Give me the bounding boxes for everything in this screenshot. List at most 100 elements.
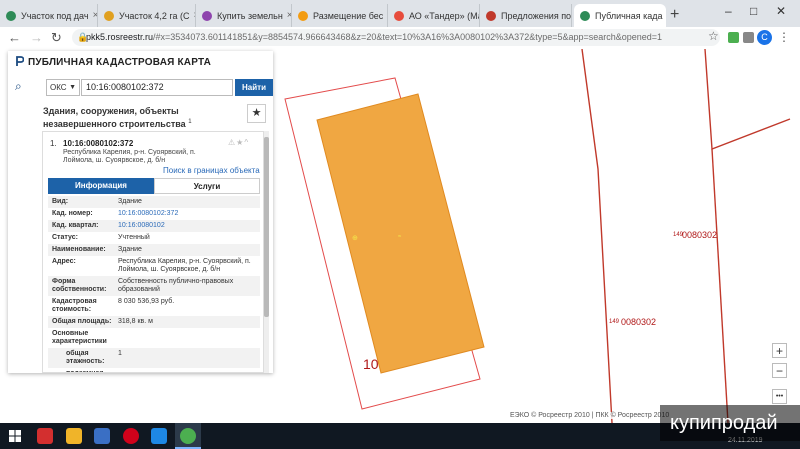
lock-icon: 🔒 bbox=[77, 32, 89, 42]
attr-key: Кадастровая стоимость: bbox=[52, 298, 97, 313]
result-category-title: Здания, сооружения, объекты незавершенно… bbox=[43, 106, 233, 130]
close-icon[interactable]: × bbox=[89, 10, 97, 21]
more-tools-button[interactable]: ••• bbox=[772, 389, 787, 404]
browser-tab-3[interactable]: Купить земельн × bbox=[196, 4, 292, 27]
browser-menu-icon[interactable]: ⋮ bbox=[778, 30, 790, 44]
attr-key: Основные характеристики bbox=[52, 330, 107, 345]
store-icon[interactable] bbox=[94, 428, 110, 444]
address-bar[interactable]: 🔒 pkk5.rosreestr.ru/#x=3534073.601141851… bbox=[72, 29, 720, 46]
search-icon[interactable]: ⌕ bbox=[15, 79, 22, 94]
object-type-value: ОКС bbox=[50, 83, 67, 92]
new-tab-icon[interactable]: + bbox=[670, 6, 679, 24]
close-window-icon[interactable]: ✕ bbox=[776, 4, 786, 18]
quarter-prefix-label: 149 bbox=[609, 319, 620, 325]
browser-tab-4[interactable]: Размещение бес × bbox=[292, 4, 388, 27]
extension-icon[interactable] bbox=[728, 32, 739, 43]
table-row: Статус: Учтенный bbox=[48, 232, 260, 244]
forward-icon[interactable]: → bbox=[30, 30, 43, 45]
building-marker: ⊕ bbox=[352, 235, 358, 242]
find-button[interactable]: Найти bbox=[235, 79, 273, 96]
search-input[interactable]: 10:16:0080102:372 bbox=[81, 79, 233, 96]
tab-title: Предложения по bbox=[501, 10, 572, 21]
category-label: Здания, сооружения, объекты незавершенно… bbox=[43, 106, 186, 129]
table-row: Форма собственности: Собственность публи… bbox=[48, 276, 260, 296]
chevron-down-icon: ▼ bbox=[69, 84, 76, 91]
browser-tab-1[interactable]: Участок под дач × bbox=[0, 4, 98, 27]
browser-tab-2[interactable]: Участок 4,2 га (С × bbox=[98, 4, 196, 27]
attr-value: Учтенный bbox=[118, 234, 150, 241]
tab-favicon-icon bbox=[6, 10, 16, 21]
attr-value: - bbox=[118, 370, 260, 372]
attr-value: Здание bbox=[118, 246, 142, 253]
browser-toolbar: ← → ↻ 🔒 pkk5.rosreestr.ru/#x=3534073.601… bbox=[0, 27, 800, 50]
favorite-star-button[interactable]: ★ bbox=[247, 104, 266, 123]
plot-number-label: 10 bbox=[363, 356, 379, 372]
attr-key: Кад. номер: bbox=[52, 210, 93, 217]
rosreestr-logo-icon bbox=[16, 56, 24, 66]
browser-tab-7-active[interactable]: Публичная када × bbox=[574, 4, 666, 27]
url-path: /#x=3534073.601141851&y=8854574.96664346… bbox=[153, 32, 663, 42]
table-row: подземная этажность: - bbox=[48, 368, 260, 372]
yandex-icon[interactable] bbox=[37, 428, 53, 444]
extension-icon[interactable] bbox=[743, 32, 754, 43]
tab-favicon-icon bbox=[104, 10, 114, 21]
attr-key: общая этажность: bbox=[66, 350, 105, 365]
attr-value: 1 bbox=[118, 350, 122, 357]
attr-value: 318,8 кв. м bbox=[118, 318, 153, 325]
tab-favicon-icon bbox=[394, 10, 404, 21]
table-row: Наименование: Здание bbox=[48, 244, 260, 256]
result-cad-number[interactable]: 10:16:0080102:372 bbox=[63, 139, 133, 148]
parcel-boundary bbox=[581, 49, 613, 423]
close-icon[interactable]: × bbox=[283, 10, 291, 21]
bookmark-star-icon[interactable]: ☆ bbox=[708, 29, 719, 43]
object-type-select[interactable]: ОКС ▼ bbox=[46, 79, 80, 96]
tab-title: Купить земельн bbox=[217, 10, 283, 21]
attribute-table: Вид: Здание Кад. номер: 10:16:0080102:37… bbox=[48, 196, 260, 372]
tab-information[interactable]: Информация bbox=[48, 178, 154, 194]
quarter-label: 0080302 bbox=[621, 317, 657, 327]
attr-value-link[interactable]: 10:16:0080102:372 bbox=[118, 210, 260, 218]
attr-key: Вид: bbox=[52, 198, 69, 205]
zoom-in-button[interactable]: + bbox=[772, 343, 787, 358]
tab-title: Участок под дач bbox=[21, 10, 89, 21]
table-row: Основные характеристики bbox=[48, 328, 260, 348]
windows-start-icon[interactable] bbox=[9, 430, 21, 442]
attr-key: Адрес: bbox=[52, 258, 76, 265]
table-row: общая этажность: 1 bbox=[48, 348, 260, 368]
scrollbar-thumb[interactable] bbox=[264, 137, 269, 317]
result-address: Республика Карелия, р-н. Суоярвский, п. … bbox=[63, 149, 196, 164]
minimize-icon[interactable]: – bbox=[725, 4, 732, 18]
edge-icon[interactable] bbox=[151, 428, 167, 444]
card-tabs: Информация Услуги bbox=[48, 178, 260, 194]
card-scrollbar[interactable] bbox=[264, 131, 269, 373]
close-icon[interactable]: × bbox=[663, 10, 666, 21]
card-action-icons[interactable]: ⚠★^ bbox=[228, 138, 249, 147]
result-card: 1. 10:16:0080102:372 ⚠★^ Республика Каре… bbox=[42, 131, 264, 373]
tab-favicon-icon bbox=[298, 10, 308, 21]
chrome-icon[interactable] bbox=[180, 428, 196, 444]
attr-value-link[interactable]: 10:16:0080102 bbox=[118, 222, 260, 230]
opera-icon[interactable] bbox=[123, 428, 139, 444]
tab-services[interactable]: Услуги bbox=[154, 178, 260, 194]
file-explorer-icon[interactable] bbox=[66, 428, 82, 444]
reload-icon[interactable]: ↻ bbox=[51, 30, 62, 46]
quarter-label: 0080302 bbox=[682, 230, 718, 240]
maximize-icon[interactable]: □ bbox=[750, 4, 757, 18]
tab-title: Участок 4,2 га (С bbox=[119, 10, 190, 21]
tab-favicon-icon bbox=[580, 10, 590, 21]
browser-tab-6[interactable]: Предложения по × bbox=[480, 4, 572, 27]
browser-tab-5[interactable]: АО «Тандер» (Ма × bbox=[388, 4, 480, 27]
page-title: ПУБЛИЧНАЯ КАДАСТРОВАЯ КАРТА bbox=[28, 57, 212, 68]
attr-value: Республика Карелия, р-н. Суоярвский, п. … bbox=[118, 258, 251, 273]
attr-key: Статус: bbox=[52, 234, 78, 241]
tab-favicon-icon bbox=[486, 10, 496, 21]
table-row: Вид: Здание bbox=[48, 196, 260, 208]
zoom-out-button[interactable]: − bbox=[772, 363, 787, 378]
profile-avatar[interactable]: С bbox=[757, 30, 772, 45]
back-icon[interactable]: ← bbox=[8, 30, 21, 45]
attr-key: Наименование: bbox=[52, 246, 106, 253]
category-count: 1 bbox=[188, 119, 192, 125]
table-row: Кадастровая стоимость: 8 030 536,93 руб. bbox=[48, 296, 260, 316]
attr-key: подземная этажность: bbox=[48, 370, 118, 372]
close-icon[interactable]: × bbox=[571, 10, 572, 21]
